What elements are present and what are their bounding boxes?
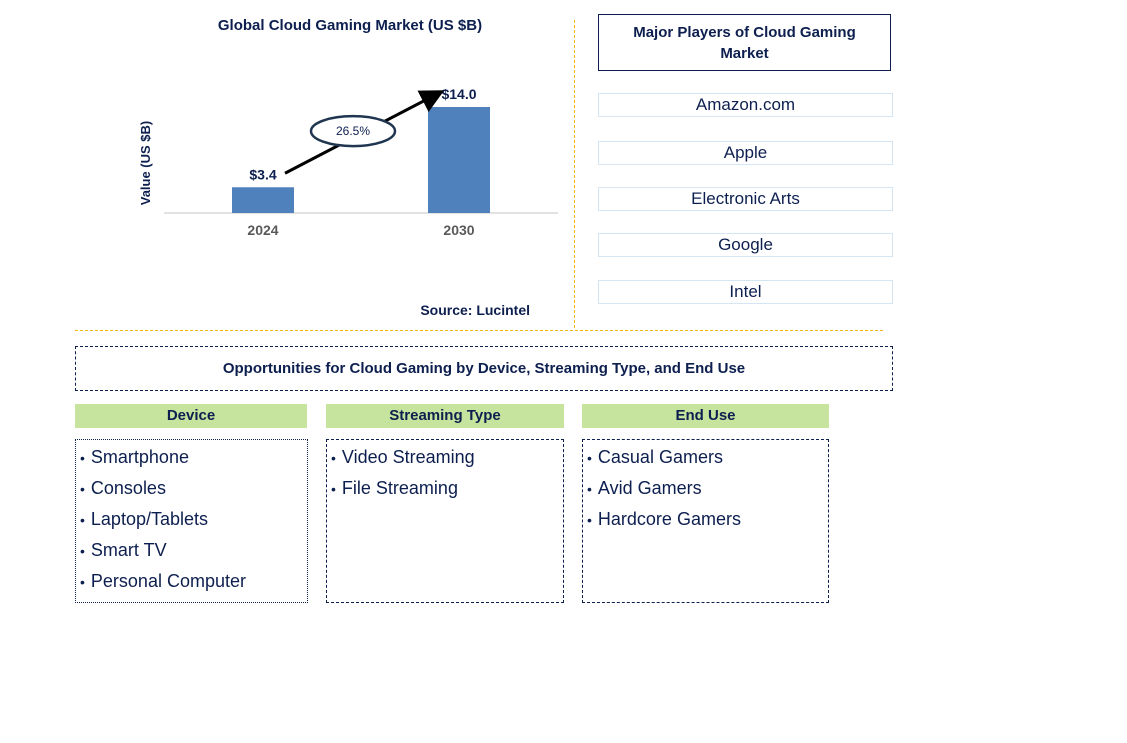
vertical-divider bbox=[574, 20, 575, 328]
x-tick-label: 2030 bbox=[443, 222, 474, 238]
opportunities-title: Opportunities for Cloud Gaming by Device… bbox=[75, 346, 893, 391]
list-item: Laptop/Tablets bbox=[80, 504, 307, 535]
list-item: Personal Computer bbox=[80, 566, 307, 597]
bar-2030 bbox=[428, 107, 490, 213]
bar-chart: Value (US $B) $3.4 2024 $14.0 2030 26.5% bbox=[138, 86, 558, 238]
player-item: Apple bbox=[598, 141, 893, 165]
category-list-streaming-type: Video Streaming File Streaming bbox=[326, 439, 564, 603]
list-item: Smartphone bbox=[80, 442, 307, 473]
category-header-streaming-type: Streaming Type bbox=[326, 404, 564, 428]
list-item: Avid Gamers bbox=[587, 473, 828, 504]
player-item: Intel bbox=[598, 280, 893, 304]
cagr-label: 26.5% bbox=[336, 124, 370, 138]
bar-2024 bbox=[232, 187, 294, 213]
data-label: $3.4 bbox=[249, 166, 276, 182]
list-item: Smart TV bbox=[80, 535, 307, 566]
chart-title: Global Cloud Gaming Market (US $B) bbox=[217, 17, 483, 34]
list-item: File Streaming bbox=[331, 473, 563, 504]
category-list-device: Smartphone Consoles Laptop/Tablets Smart… bbox=[75, 439, 308, 603]
x-tick-label: 2024 bbox=[247, 222, 278, 238]
category-list-end-use: Casual Gamers Avid Gamers Hardcore Gamer… bbox=[582, 439, 829, 603]
list-item: Video Streaming bbox=[331, 442, 563, 473]
y-axis-label: Value (US $B) bbox=[138, 121, 153, 206]
data-label: $14.0 bbox=[441, 86, 476, 102]
source-label: Source: Lucintel bbox=[420, 302, 530, 318]
player-item: Electronic Arts bbox=[598, 187, 893, 211]
horizontal-divider bbox=[75, 330, 883, 331]
list-item: Casual Gamers bbox=[587, 442, 828, 473]
category-header-device: Device bbox=[75, 404, 307, 428]
players-title: Major Players of Cloud Gaming Market bbox=[598, 14, 891, 71]
player-item: Amazon.com bbox=[598, 93, 893, 117]
list-item: Consoles bbox=[80, 473, 307, 504]
category-header-end-use: End Use bbox=[582, 404, 829, 428]
list-item: Hardcore Gamers bbox=[587, 504, 828, 535]
player-item: Google bbox=[598, 233, 893, 257]
